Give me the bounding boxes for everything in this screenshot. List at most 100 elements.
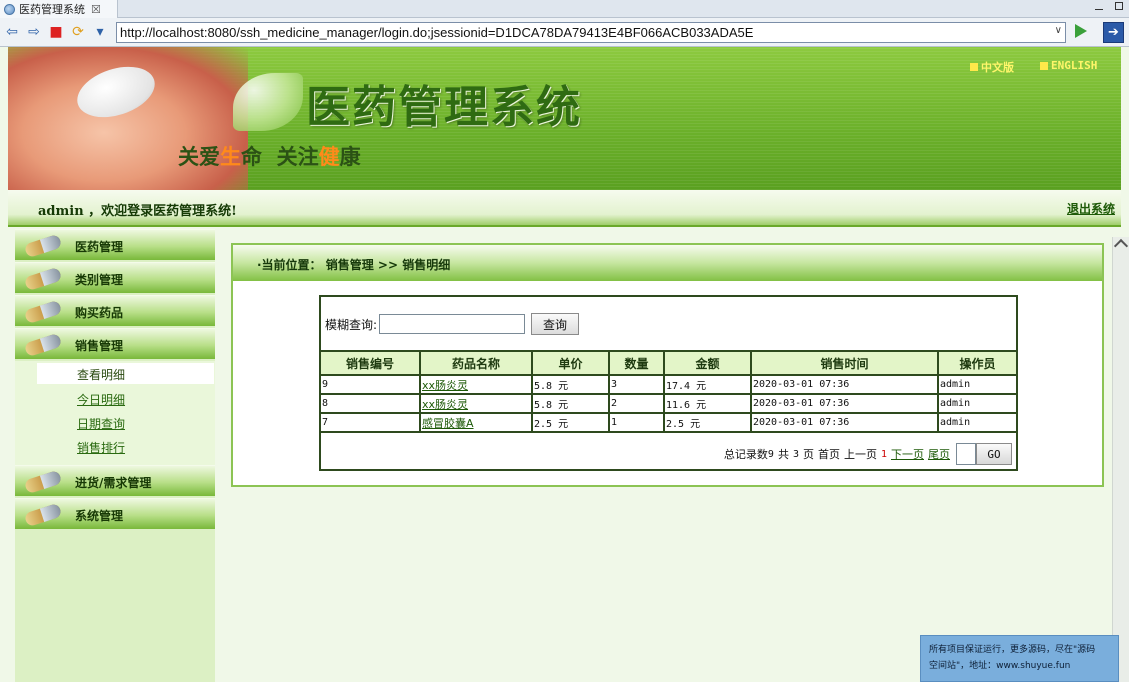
next-page-link[interactable]: 下一页 [891,446,924,462]
sidebar-item-label: 进货/需求管理 [75,476,152,490]
table-row: 7 感冒胶囊A 2.5 元 1 2.5 元 2020-03-01 07:36 a… [321,414,1016,433]
vertical-scrollbar[interactable] [1112,237,1129,682]
search-row: 模糊查询: 查询 [325,313,580,335]
lang-chinese-label: 中文版 [981,61,1014,74]
capsule-icon [23,502,63,528]
search-button[interactable]: 查询 [531,313,580,335]
sale-id-cell: 9 [321,376,421,395]
minimize-icon[interactable] [1095,2,1103,10]
sale-time-cell: 2020-03-01 07:36 [752,376,939,395]
submenu-date-query[interactable]: 日期查询 [15,411,215,435]
capsule-icon [23,266,63,292]
amount-cell: 11.6 元 [665,395,752,414]
lang-english-link[interactable]: ENGLISH [1040,59,1097,72]
operator-cell: admin [939,376,1016,395]
column-header: 销售编号 [321,350,421,376]
column-header: 数量 [610,350,665,376]
welcome-text: admin ，欢迎登录医药管理系统! [38,204,237,219]
exit-icon[interactable]: ➔ [1103,22,1124,43]
sidebar-item-stock-demand[interactable]: 进货/需求管理 [15,465,215,496]
page: 医药管理系统 关爱生命 关注健康 中文版 ENGLISH admin ，欢迎登录… [0,47,1129,682]
sidebar-item-category[interactable]: 类别管理 [15,262,215,293]
medicine-name-link[interactable]: xx肠炎灵 [421,376,533,395]
logout-link[interactable]: 退出系统 [1067,200,1115,217]
sidebar-item-label: 类别管理 [75,273,124,287]
tab-title: 医药管理系统 [19,3,85,16]
table-header-row: 销售编号 药品名称 单价 数量 金额 销售时间 操作员 [321,350,1016,376]
back-arrow-icon[interactable]: ⇦ [2,22,22,42]
go-arrow-icon[interactable] [1075,24,1087,38]
sidebar-item-system[interactable]: 系统管理 [15,498,215,529]
search-input[interactable] [379,314,526,334]
column-header: 金额 [665,350,752,376]
first-page-label: 首页 [817,448,840,461]
refresh-icon[interactable]: ⟳ [68,22,88,42]
browser-toolbar: ⇦ ⇨ ■ ⟳ ▾ http://localhost:8080/ssh_medi… [0,18,1129,47]
menu-dropdown-icon[interactable]: ▾ [90,22,110,42]
sidebar: 医药管理 类别管理 购买药品 销售管理 查看明细 今日明细 日期查询 销售排行 … [15,229,215,682]
unit-price-cell: 2.5 元 [533,414,610,433]
sale-id-cell: 8 [321,395,421,414]
browser-tab-bar: 医药管理系统 ☒ [0,0,1129,18]
table-row: 9 xx肠炎灵 5.8 元 3 17.4 元 2020-03-01 07:36 … [321,376,1016,395]
go-button[interactable]: GO [976,443,1012,465]
slogan-text: 命 [241,144,262,169]
capsule-icon [23,233,63,259]
sidebar-item-sales[interactable]: 销售管理 [15,328,215,359]
maximize-icon[interactable] [1115,2,1123,10]
url-text: http://localhost:8080/ssh_medicine_manag… [120,25,754,40]
chevron-down-icon[interactable]: ∨ [1055,25,1062,36]
last-page-link[interactable]: 尾页 [928,446,950,462]
sale-time-cell: 2020-03-01 07:36 [752,414,939,433]
square-icon [1040,61,1048,70]
ad-box: 所有项目保证运行，更多源码，尽在"源码 空间站"，地址：www.shuyue.f… [920,635,1119,682]
submenu-today-details[interactable]: 今日明细 [15,387,215,411]
pagination: 总记录数 9 共 3 页 首页 上一页 1 下一页 尾页 GO [720,443,1012,465]
slogan-highlight: 健 [318,144,340,169]
capsule-icon [23,469,63,495]
total-records-label: 总记录数 [723,448,768,461]
slogan-highlight: 生 [220,144,241,169]
slogan-text: 关注 [276,144,319,169]
operator-cell: admin [939,395,1016,414]
quantity-cell: 2 [610,395,665,414]
sidebar-item-purchase[interactable]: 购买药品 [15,295,215,326]
lang-english-label: ENGLISH [1051,59,1098,72]
system-title: 医药管理系统 [306,82,582,133]
total-pages-count: 3 [792,448,799,460]
current-page: 1 [880,448,887,460]
slogan-text: 康 [339,144,361,169]
header-banner: 医药管理系统 关爱生命 关注健康 中文版 ENGLISH [8,47,1121,190]
medicine-name-link[interactable]: 感冒胶囊A [421,414,533,433]
browser-tab[interactable]: 医药管理系统 ☒ [0,0,118,18]
address-bar[interactable]: http://localhost:8080/ssh_medicine_manag… [116,22,1066,43]
sale-time-cell: 2020-03-01 07:36 [752,395,939,414]
forward-arrow-icon[interactable]: ⇨ [24,22,44,42]
column-header: 操作员 [939,350,1016,376]
column-header: 销售时间 [752,350,939,376]
slogan-text: 关爱 [178,144,220,169]
page-number-input[interactable] [956,443,976,465]
square-icon [970,63,978,71]
medicine-name-link[interactable]: xx肠炎灵 [421,395,533,414]
tab-close-icon[interactable]: ☒ [91,3,101,16]
breadcrumb: ·当前位置： 销售管理 >> 销售明细 [257,258,451,272]
capsule-icon [23,332,63,358]
unit-price-cell: 5.8 元 [533,395,610,414]
lang-chinese-link[interactable]: 中文版 [970,59,1014,75]
stop-icon[interactable]: ■ [46,22,66,42]
submenu-view-details[interactable]: 查看明细 [37,363,214,384]
submenu-sales-ranking[interactable]: 销售排行 [15,435,215,459]
sidebar-item-medicine[interactable]: 医药管理 [15,229,215,260]
sidebar-item-label: 购买药品 [75,306,124,320]
sale-id-cell: 7 [321,414,421,433]
ad-line: 空间站"，地址：www.shuyue.fun [929,661,1071,671]
globe-icon [4,3,15,15]
slogan: 关爱生命 关注健康 [178,141,361,171]
scroll-up-icon[interactable] [1113,238,1129,254]
total-pages-prefix: 共 [777,448,789,461]
sidebar-item-label: 销售管理 [75,339,124,353]
search-label: 模糊查询: [325,317,378,332]
content-panel: ·当前位置： 销售管理 >> 销售明细 模糊查询: 查询 销售编号 药品名称 单… [231,243,1104,487]
operator-cell: admin [939,414,1016,433]
